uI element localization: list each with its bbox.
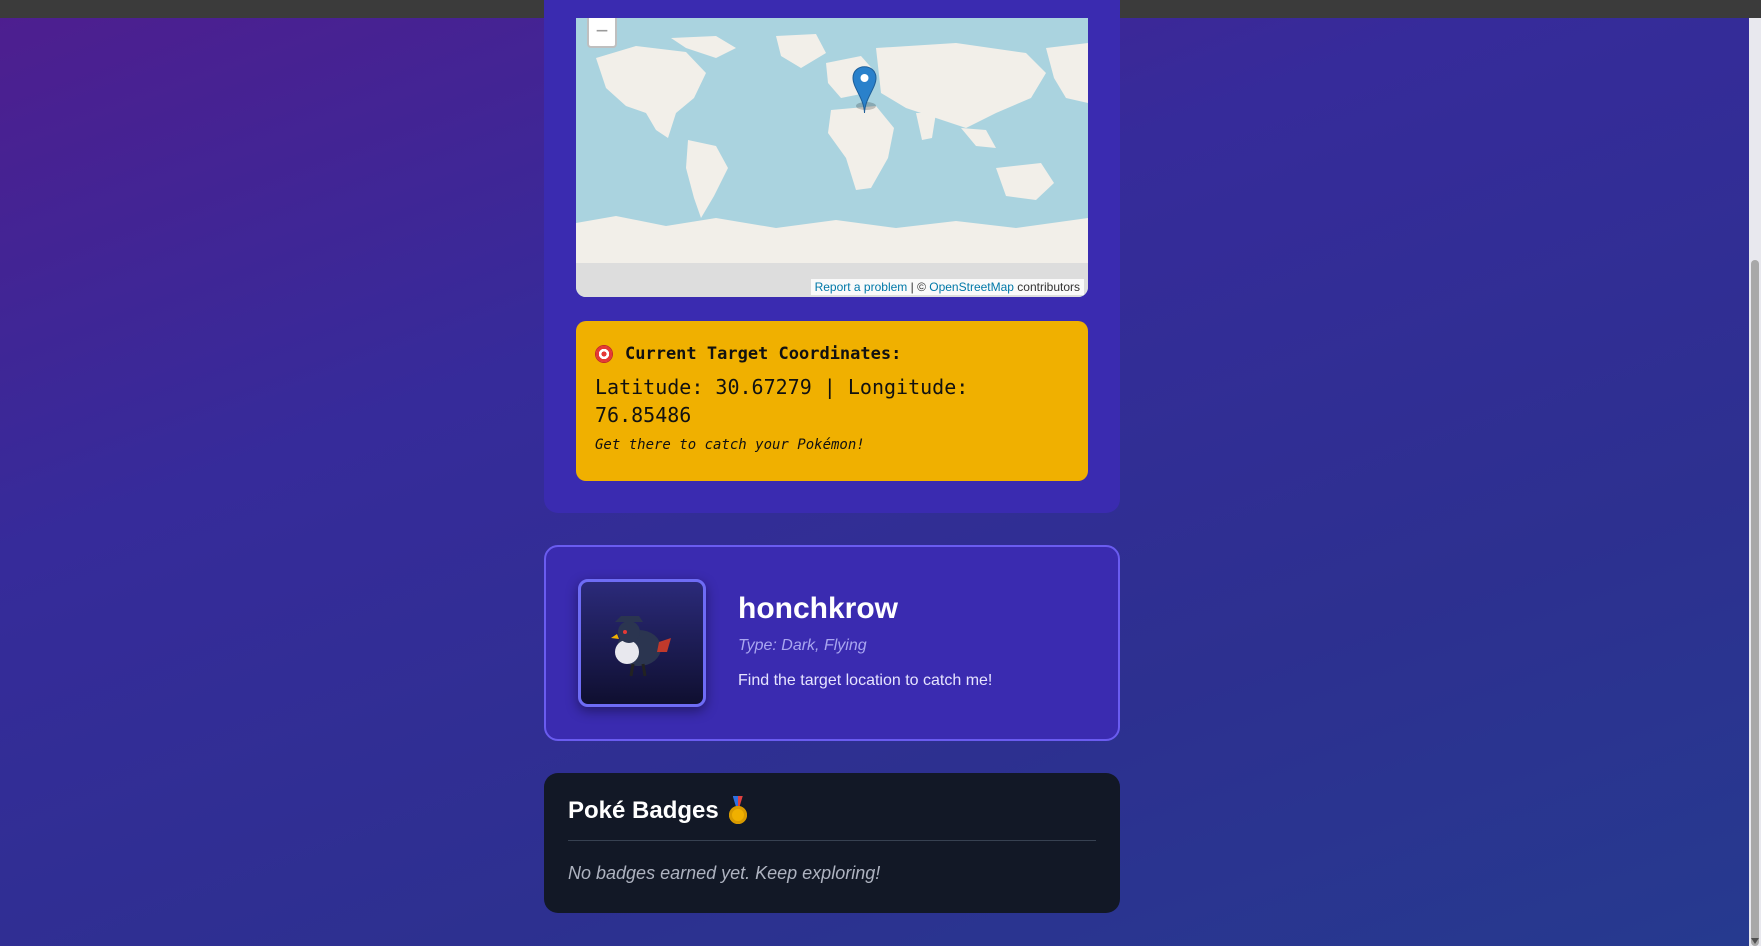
- medal-icon: [728, 806, 747, 824]
- coordinates-title: Current Target Coordinates:: [625, 344, 902, 364]
- coordinates-heading: Current Target Coordinates:: [595, 341, 1069, 367]
- badges-divider: [568, 840, 1096, 841]
- scrollbar-thumb[interactable]: [1751, 260, 1759, 946]
- scroll-down-arrow-icon[interactable]: [1751, 938, 1759, 944]
- coordinates-value: Latitude: 30.67279 | Longitude: 76.85486: [595, 375, 969, 427]
- target-coordinates-card: Current Target Coordinates: Latitude: 30…: [576, 321, 1088, 481]
- badges-title: Poké Badges: [568, 797, 719, 824]
- zoom-out-button[interactable]: −: [587, 18, 617, 48]
- pokemon-card: honchkrow Type: Dark, Flying Find the ta…: [544, 545, 1120, 741]
- pokemon-type: Type: Dark, Flying: [738, 637, 867, 654]
- badges-empty-message: No badges earned yet. Keep exploring!: [568, 863, 881, 883]
- badges-heading: Poké Badges: [568, 797, 747, 825]
- badges-card: Poké Badges No badges earned yet. Keep e…: [544, 773, 1120, 913]
- honchkrow-sprite-icon: [611, 616, 671, 677]
- pokemon-name: honchkrow: [738, 592, 899, 625]
- pokemon-message: Find the target location to catch me!: [738, 672, 993, 689]
- attribution-suffix: contributors: [1013, 280, 1080, 294]
- page-scrollbar[interactable]: [1749, 18, 1761, 946]
- openstreetmap-link[interactable]: OpenStreetMap: [929, 280, 1014, 294]
- pokemon-image: [578, 579, 706, 707]
- report-problem-link[interactable]: Report a problem: [815, 280, 908, 294]
- coordinates-hint: Get there to catch your Pokémon!: [595, 437, 865, 453]
- map-attribution: Report a problem | © OpenStreetMap contr…: [810, 279, 1084, 295]
- world-map: [576, 18, 1088, 297]
- map-view[interactable]: − Report a problem | © OpenStreetMap con…: [576, 18, 1088, 297]
- attribution-separator: | ©: [907, 280, 930, 294]
- target-icon: [595, 345, 613, 363]
